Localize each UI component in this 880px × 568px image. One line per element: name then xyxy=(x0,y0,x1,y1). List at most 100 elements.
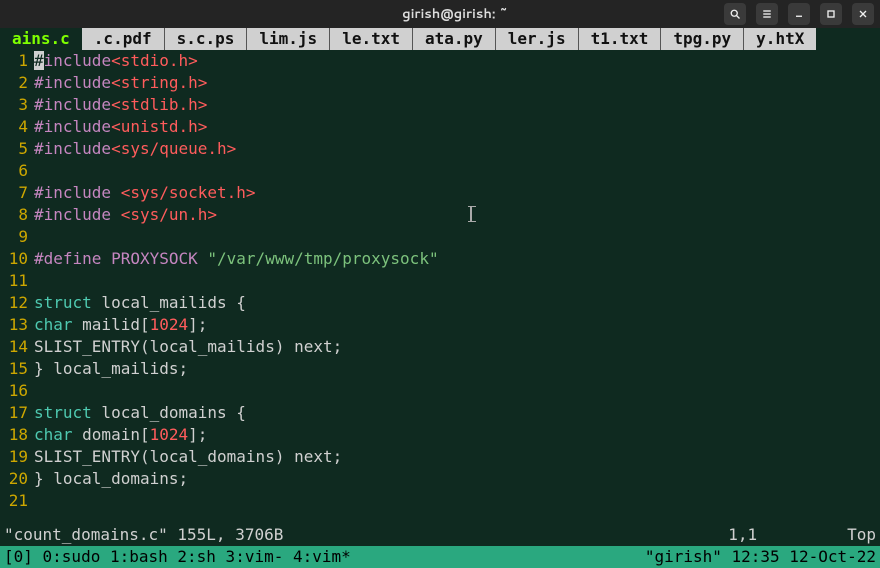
code-content: #include <sys/socket.h> xyxy=(34,182,880,204)
code-content xyxy=(34,490,880,512)
tab-inactive[interactable]: tpg.py xyxy=(661,28,744,50)
window-title: girish@girish: ~ xyxy=(186,5,724,23)
code-content xyxy=(34,270,880,292)
token: domain[ xyxy=(73,425,150,444)
line-number: 9 xyxy=(0,226,34,248)
line-number: 6 xyxy=(0,160,34,182)
code-line: 15} local_mailids; xyxy=(0,358,880,380)
line-number: 5 xyxy=(0,138,34,160)
line-number: 2 xyxy=(0,72,34,94)
code-line: 9 xyxy=(0,226,880,248)
code-content: #include<sys/queue.h> xyxy=(34,138,880,160)
code-line: 21 xyxy=(0,490,880,512)
tab-inactive[interactable]: lim.js xyxy=(247,28,330,50)
token: #include xyxy=(34,139,111,158)
code-content: char mailid[1024]; xyxy=(34,314,880,336)
line-number: 19 xyxy=(0,446,34,468)
menu-button[interactable] xyxy=(756,3,778,25)
token: } local_domains; xyxy=(34,469,188,488)
code-line: 6 xyxy=(0,160,880,182)
token: include xyxy=(44,51,111,70)
line-number: 10 xyxy=(0,248,34,270)
search-button[interactable] xyxy=(724,3,746,25)
code-line: 3#include<stdlib.h> xyxy=(0,94,880,116)
token: #include xyxy=(34,117,111,136)
code-area[interactable]: 1#include<stdio.h>2#include<string.h>3#i… xyxy=(0,50,880,512)
tab-inactive[interactable]: y.htX xyxy=(744,28,816,50)
tab-inactive-group: .c.pdfs.c.pslim.jsle.txtata.pyler.jst1.t… xyxy=(82,28,880,50)
code-content xyxy=(34,380,880,402)
token: local_mailids { xyxy=(92,293,246,312)
code-content: char domain[1024]; xyxy=(34,424,880,446)
code-content: } local_domains; xyxy=(34,468,880,490)
code-content: #include<string.h> xyxy=(34,72,880,94)
code-line: 18char domain[1024]; xyxy=(0,424,880,446)
code-line: 19SLIST_ENTRY(local_domains) next; xyxy=(0,446,880,468)
tab-active[interactable]: ains.c xyxy=(0,28,82,50)
token: #define PROXYSOCK xyxy=(34,249,207,268)
token: #include xyxy=(34,205,121,224)
token: ]; xyxy=(188,425,207,444)
code-content: #define PROXYSOCK "/var/www/tmp/proxysoc… xyxy=(34,248,880,270)
token: <sys/socket.h> xyxy=(121,183,256,202)
line-number: 11 xyxy=(0,270,34,292)
tmux-clock: "girish" 12:35 12-Oct-22 xyxy=(645,546,876,568)
line-number: 21 xyxy=(0,490,34,512)
line-number: 13 xyxy=(0,314,34,336)
code-content: struct local_domains { xyxy=(34,402,880,424)
token: <unistd.h> xyxy=(111,117,207,136)
file-info: "count_domains.c" 155L, 3706B xyxy=(4,524,283,546)
line-number: 17 xyxy=(0,402,34,424)
window-controls xyxy=(724,3,874,25)
tab-inactive[interactable]: le.txt xyxy=(330,28,413,50)
line-number: 7 xyxy=(0,182,34,204)
cursor-position: 1,1 xyxy=(728,524,757,546)
token: struct xyxy=(34,293,92,312)
token: 1024 xyxy=(150,315,189,334)
text-cursor-icon xyxy=(470,206,472,222)
tmux-status-line: [0] 0:sudo 1:bash 2:sh 3:vim- 4:vim* "gi… xyxy=(0,546,880,568)
code-line: 7#include <sys/socket.h> xyxy=(0,182,880,204)
token: ]; xyxy=(188,315,207,334)
token: SLIST_ENTRY(local_mailids) next; xyxy=(34,337,342,356)
code-line: 20} local_domains; xyxy=(0,468,880,490)
line-number: 15 xyxy=(0,358,34,380)
code-content: #include<stdlib.h> xyxy=(34,94,880,116)
token: #include xyxy=(34,183,121,202)
token: <stdlib.h> xyxy=(111,95,207,114)
code-content: } local_mailids; xyxy=(34,358,880,380)
code-line: 2#include<string.h> xyxy=(0,72,880,94)
line-number: 18 xyxy=(0,424,34,446)
token: } local_mailids; xyxy=(34,359,188,378)
token: local_domains { xyxy=(92,403,246,422)
code-content: #include <sys/un.h> xyxy=(34,204,880,226)
token: "/var/www/tmp/proxysock" xyxy=(207,249,438,268)
token: #include xyxy=(34,95,111,114)
titlebar: girish@girish: ~ xyxy=(0,0,880,28)
vim-tabbar: ains.c .c.pdfs.c.pslim.jsle.txtata.pyler… xyxy=(0,28,880,50)
line-number: 1 xyxy=(0,50,34,72)
code-line: 8#include <sys/un.h> xyxy=(0,204,880,226)
code-line: 16 xyxy=(0,380,880,402)
token: char xyxy=(34,425,73,444)
tab-inactive[interactable]: t1.txt xyxy=(579,28,662,50)
code-content: SLIST_ENTRY(local_domains) next; xyxy=(34,446,880,468)
close-button[interactable] xyxy=(852,3,874,25)
token: 1024 xyxy=(150,425,189,444)
token: #include xyxy=(34,73,111,92)
line-number: 20 xyxy=(0,468,34,490)
tab-inactive[interactable]: ata.py xyxy=(413,28,496,50)
terminal-viewport[interactable]: ains.c .c.pdfs.c.pslim.jsle.txtata.pyler… xyxy=(0,28,880,568)
scroll-position: Top xyxy=(847,524,876,546)
token: mailid[ xyxy=(73,315,150,334)
line-number: 14 xyxy=(0,336,34,358)
code-content: struct local_mailids { xyxy=(34,292,880,314)
line-number: 4 xyxy=(0,116,34,138)
minimize-button[interactable] xyxy=(788,3,810,25)
tab-inactive[interactable]: s.c.ps xyxy=(165,28,248,50)
tab-inactive[interactable]: ler.js xyxy=(496,28,579,50)
maximize-button[interactable] xyxy=(820,3,842,25)
code-content: SLIST_ENTRY(local_mailids) next; xyxy=(34,336,880,358)
tab-inactive[interactable]: .c.pdf xyxy=(82,28,165,50)
code-line: 5#include<sys/queue.h> xyxy=(0,138,880,160)
